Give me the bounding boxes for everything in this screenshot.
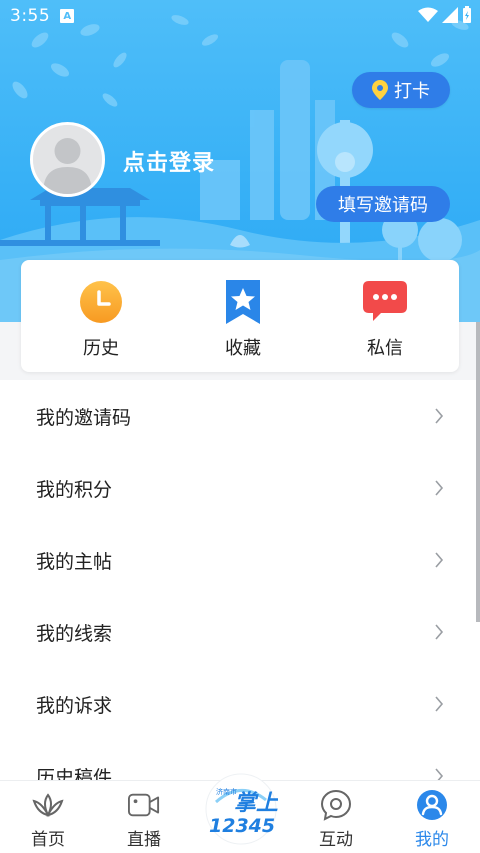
checkin-label: 打卡	[394, 81, 430, 102]
tab-label: 我的	[415, 830, 449, 850]
login-link[interactable]: 点击登录	[123, 145, 215, 177]
menu-item-posts[interactable]: 我的主帖	[0, 524, 480, 596]
notification-a-icon: A	[60, 9, 75, 23]
chevron-right-icon	[435, 552, 444, 568]
user-icon	[417, 790, 447, 820]
menu-item-label: 我的诉求	[36, 694, 113, 717]
scrollbar[interactable]	[476, 322, 480, 622]
chevron-right-icon	[435, 768, 444, 780]
message-icon	[363, 281, 407, 321]
location-pin-icon	[372, 80, 388, 100]
menu-item-label: 历史稿件	[36, 766, 113, 781]
messages-label: 私信	[367, 338, 403, 359]
chevron-right-icon	[435, 408, 444, 424]
menu-item-invite-code[interactable]: 我的邀请码	[0, 380, 480, 452]
history-label: 历史	[83, 338, 119, 359]
status-time: 3:55	[10, 6, 51, 26]
menu-item-label: 我的邀请码	[36, 406, 132, 429]
menu-item-leads[interactable]: 我的线索	[0, 596, 480, 668]
clock-icon	[80, 281, 122, 323]
tab-label: 直播	[127, 830, 161, 850]
default-avatar-icon	[33, 125, 102, 194]
tab-label: 互动	[319, 830, 353, 850]
history-action[interactable]: 历史	[71, 280, 131, 372]
chat-icon	[320, 789, 352, 821]
quick-actions-card: 历史 收藏 私信	[21, 260, 459, 372]
tab-live[interactable]: 直播	[96, 781, 192, 853]
tab-label: 首页	[31, 830, 65, 850]
cell-signal-icon	[442, 7, 458, 23]
enter-invite-code-button[interactable]: 填写邀请码	[316, 186, 450, 222]
status-icons	[418, 6, 472, 24]
logo-text-bottom: 12345	[209, 815, 275, 837]
video-camera-icon	[128, 793, 160, 817]
menu-item-label: 我的主帖	[36, 550, 113, 573]
chevron-right-icon	[435, 696, 444, 712]
logo-text-top: 掌上	[234, 790, 278, 816]
tab-home[interactable]: 首页	[0, 781, 96, 853]
menu-list: 我的邀请码 我的积分 我的主帖 我的线索 我的诉求 历史稿件	[0, 380, 480, 780]
favorites-label: 收藏	[225, 338, 261, 359]
chevron-right-icon	[435, 480, 444, 496]
logo-text-side: 济南市	[216, 787, 237, 796]
center-logo-button[interactable]: 掌上 12345 济南市	[204, 772, 279, 846]
status-bar: 3:55 A	[0, 0, 480, 32]
avatar[interactable]	[30, 122, 105, 197]
messages-action[interactable]: 私信	[355, 280, 415, 372]
bookmark-star-icon	[226, 280, 260, 324]
menu-item-appeals[interactable]: 我的诉求	[0, 668, 480, 740]
zhangshang-12345-logo: 掌上 12345 济南市	[205, 773, 279, 845]
menu-item-label: 我的线索	[36, 622, 113, 645]
checkin-button[interactable]: 打卡	[352, 72, 450, 108]
favorites-action[interactable]: 收藏	[213, 280, 273, 372]
tab-interaction[interactable]: 互动	[288, 781, 384, 853]
wifi-icon	[418, 7, 438, 22]
chevron-right-icon	[435, 624, 444, 640]
menu-item-points[interactable]: 我的积分	[0, 452, 480, 524]
lotus-home-icon	[32, 793, 64, 818]
battery-icon	[463, 6, 471, 23]
tab-mine[interactable]: 我的	[384, 781, 480, 853]
menu-item-label: 我的积分	[36, 478, 113, 501]
